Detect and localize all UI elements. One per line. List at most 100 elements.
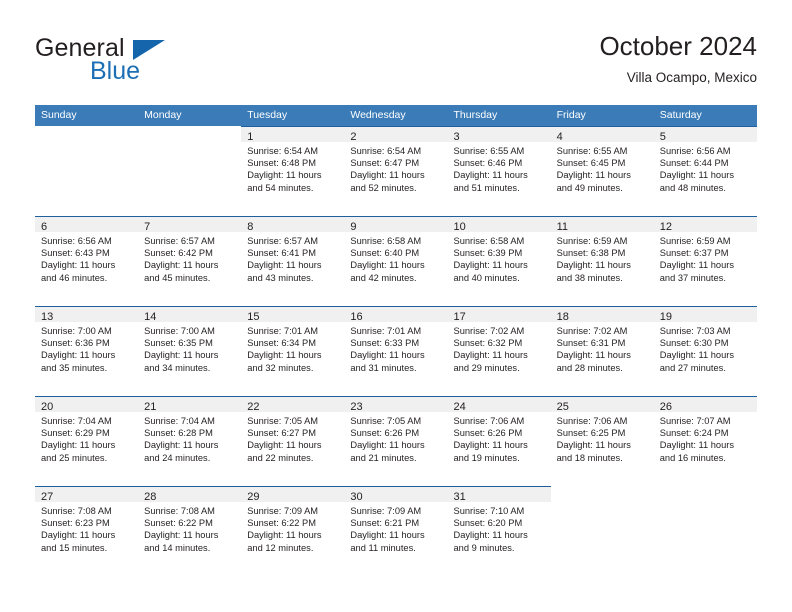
calendar-day-cell[interactable]: 16 Sunrise: 7:01 AM Sunset: 6:33 PM Dayligh…	[344, 306, 448, 396]
day-number: 5	[659, 131, 666, 143]
day-sun-details: Sunrise: 6:59 AM Sunset: 6:38 PM Daylight:…	[551, 232, 654, 284]
day-number: 3	[453, 131, 460, 143]
day-sun-details: Sunrise: 6:55 AM Sunset: 6:46 PM Daylight:…	[448, 142, 551, 194]
day-sun-details: Sunrise: 6:57 AM Sunset: 6:42 PM Daylight:…	[138, 232, 241, 284]
daylight-text: Daylight: 11 hours	[247, 350, 322, 361]
day-sun-details: Sunrise: 6:56 AM Sunset: 6:44 PM Daylight:…	[654, 142, 757, 194]
day-number-band	[551, 486, 654, 501]
logo-text-blue: Blue	[90, 57, 141, 85]
sunrise-text: Sunrise: 6:56 AM	[41, 236, 112, 246]
calendar-day-cell[interactable]: 29 Sunrise: 7:09 AM Sunset: 6:22 PM Dayligh…	[241, 486, 345, 576]
calendar-day-cell[interactable]: 28 Sunrise: 7:08 AM Sunset: 6:22 PM Dayligh…	[138, 486, 242, 576]
day-number: 20	[41, 401, 54, 413]
day-number-band: 9	[344, 217, 448, 233]
calendar-day-cell[interactable]: 19 Sunrise: 7:03 AM Sunset: 6:30 PM Dayligh…	[653, 306, 757, 396]
daylight-text: Daylight: 11 hours	[350, 170, 425, 181]
daylight-text: Daylight: 11 hours	[556, 170, 631, 181]
day-sun-details: Sunrise: 7:03 AM Sunset: 6:30 PM Daylight:…	[654, 322, 757, 374]
daylight-text: and 40 minutes.	[453, 272, 520, 283]
sunrise-text: Sunrise: 6:56 AM	[659, 146, 731, 156]
daylight-text: Daylight: 11 hours	[41, 260, 116, 271]
day-number: 29	[247, 491, 260, 503]
calendar-day-cell[interactable]: 8 Sunrise: 6:57 AM Sunset: 6:41 PM Daylight…	[241, 216, 345, 306]
calendar-day-cell[interactable]: 24 Sunrise: 7:06 AM Sunset: 6:26 PM Dayligh…	[447, 396, 551, 486]
day-number-band: 12	[653, 217, 757, 233]
day-number-band: 31	[447, 487, 551, 503]
day-number-band: 22	[241, 397, 345, 413]
calendar-day-cell[interactable]: 13 Sunrise: 7:00 AM Sunset: 6:36 PM Dayligh…	[35, 306, 139, 396]
page-header: General Blue October 2024 Villa Ocampo, …	[35, 30, 757, 96]
day-number-band: 5	[653, 127, 757, 143]
day-number: 19	[659, 311, 672, 323]
sunrise-text: Sunrise: 7:01 AM	[350, 326, 422, 336]
weekday-header-wednesday: Wednesday	[350, 109, 406, 121]
daylight-text: and 52 minutes.	[350, 182, 417, 193]
day-number-band: 16	[344, 307, 448, 323]
sunset-text: Sunset: 6:47 PM	[350, 158, 420, 169]
daylight-text: Daylight: 11 hours	[247, 440, 322, 451]
daylight-text: and 15 minutes.	[41, 542, 108, 553]
sunset-text: Sunset: 6:43 PM	[41, 248, 110, 259]
calendar-day-cell[interactable]: 14 Sunrise: 7:00 AM Sunset: 6:35 PM Dayligh…	[138, 306, 242, 396]
calendar-day-cell[interactable]: 30 Sunrise: 7:09 AM Sunset: 6:21 PM Dayligh…	[344, 486, 448, 576]
day-number: 2	[350, 131, 357, 143]
daylight-text: and 28 minutes.	[556, 362, 623, 373]
calendar-day-cell[interactable]: 3 Sunrise: 6:55 AM Sunset: 6:46 PM Daylight…	[447, 126, 551, 216]
sunrise-text: Sunrise: 7:08 AM	[144, 506, 215, 516]
day-number-band: 29	[241, 487, 345, 503]
day-number: 9	[350, 221, 357, 233]
calendar-day-cell[interactable]: 18 Sunrise: 7:02 AM Sunset: 6:31 PM Dayligh…	[550, 306, 654, 396]
calendar-day-cell[interactable]: 15 Sunrise: 7:01 AM Sunset: 6:34 PM Dayligh…	[241, 306, 345, 396]
daylight-text: and 19 minutes.	[453, 452, 520, 463]
sunrise-text: Sunrise: 7:00 AM	[41, 326, 112, 336]
sunrise-text: Sunrise: 6:55 AM	[556, 146, 628, 156]
sunrise-text: Sunrise: 7:05 AM	[350, 416, 422, 426]
calendar-day-cell[interactable]: 4 Sunrise: 6:55 AM Sunset: 6:45 PM Daylight…	[550, 126, 654, 216]
calendar-day-cell[interactable]: 9 Sunrise: 6:58 AM Sunset: 6:40 PM Daylight…	[344, 216, 448, 306]
daylight-text: Daylight: 11 hours	[41, 350, 116, 361]
sunset-text: Sunset: 6:46 PM	[453, 158, 523, 169]
calendar-day-cell[interactable]: 23 Sunrise: 7:05 AM Sunset: 6:26 PM Dayligh…	[344, 396, 448, 486]
day-number-band: 30	[344, 487, 448, 503]
calendar-day-cell[interactable]: 22 Sunrise: 7:05 AM Sunset: 6:27 PM Dayligh…	[241, 396, 345, 486]
calendar-day-cell[interactable]: 12 Sunrise: 6:59 AM Sunset: 6:37 PM Dayligh…	[653, 216, 757, 306]
calendar-day-cell[interactable]: 25 Sunrise: 7:06 AM Sunset: 6:25 PM Dayligh…	[550, 396, 654, 486]
sunset-text: Sunset: 6:30 PM	[659, 338, 729, 349]
calendar-day-cell[interactable]: 11 Sunrise: 6:59 AM Sunset: 6:38 PM Dayligh…	[550, 216, 654, 306]
calendar-day-cell[interactable]: 5 Sunrise: 6:56 AM Sunset: 6:44 PM Daylight…	[653, 126, 757, 216]
sunset-text: Sunset: 6:26 PM	[350, 428, 420, 439]
calendar-day-cell[interactable]: 21 Sunrise: 7:04 AM Sunset: 6:28 PM Dayligh…	[138, 396, 242, 486]
daylight-text: Daylight: 11 hours	[350, 530, 425, 541]
daylight-text: and 46 minutes.	[41, 272, 108, 283]
calendar-day-cell[interactable]: 6 Sunrise: 6:56 AM Sunset: 6:43 PM Daylight…	[35, 216, 139, 306]
calendar-day-cell[interactable]: 1 Sunrise: 6:54 AM Sunset: 6:48 PM Daylight…	[241, 126, 345, 216]
sunrise-text: Sunrise: 6:54 AM	[247, 146, 319, 156]
calendar-day-cell[interactable]: 2 Sunrise: 6:54 AM Sunset: 6:47 PM Daylight…	[344, 126, 448, 216]
day-number: 8	[247, 221, 254, 233]
calendar-day-cell[interactable]: 31 Sunrise: 7:10 AM Sunset: 6:20 PM Dayligh…	[447, 486, 551, 576]
general-blue-logo[interactable]: General Blue	[35, 34, 225, 90]
daylight-text: and 31 minutes.	[350, 362, 417, 373]
day-sun-details: Sunrise: 7:05 AM Sunset: 6:26 PM Daylight:…	[344, 412, 447, 464]
calendar-day-cell[interactable]: 10 Sunrise: 6:58 AM Sunset: 6:39 PM Dayligh…	[447, 216, 551, 306]
sunrise-text: Sunrise: 7:02 AM	[556, 326, 628, 336]
day-sun-details: Sunrise: 7:09 AM Sunset: 6:22 PM Daylight:…	[241, 502, 344, 554]
calendar-day-cell[interactable]: 20 Sunrise: 7:04 AM Sunset: 6:29 PM Dayligh…	[35, 396, 139, 486]
calendar-day-cell[interactable]: 7 Sunrise: 6:57 AM Sunset: 6:42 PM Daylight…	[138, 216, 242, 306]
daylight-text: and 14 minutes.	[144, 542, 211, 553]
calendar-week-row: 6 Sunrise: 6:56 AM Sunset: 6:43 PM Daylight…	[35, 216, 757, 306]
calendar-day-cell[interactable]: 26 Sunrise: 7:07 AM Sunset: 6:24 PM Dayligh…	[653, 396, 757, 486]
daylight-text: and 38 minutes.	[556, 272, 623, 283]
sunset-text: Sunset: 6:34 PM	[247, 338, 316, 349]
calendar-day-cell[interactable]: 17 Sunrise: 7:02 AM Sunset: 6:32 PM Dayligh…	[447, 306, 551, 396]
calendar-day-cell[interactable]: 27 Sunrise: 7:08 AM Sunset: 6:23 PM Dayligh…	[35, 486, 139, 576]
day-number-band: 17	[447, 307, 551, 323]
day-sun-details: Sunrise: 6:56 AM Sunset: 6:43 PM Daylight:…	[35, 232, 138, 284]
sunset-text: Sunset: 6:33 PM	[350, 338, 420, 349]
day-sun-details: Sunrise: 6:57 AM Sunset: 6:41 PM Daylight:…	[241, 232, 344, 284]
sunrise-text: Sunrise: 7:09 AM	[247, 506, 319, 516]
daylight-text: Daylight: 11 hours	[556, 260, 631, 271]
daylight-text: Daylight: 11 hours	[659, 170, 734, 181]
day-number: 26	[659, 401, 672, 413]
daylight-text: Daylight: 11 hours	[144, 530, 219, 541]
